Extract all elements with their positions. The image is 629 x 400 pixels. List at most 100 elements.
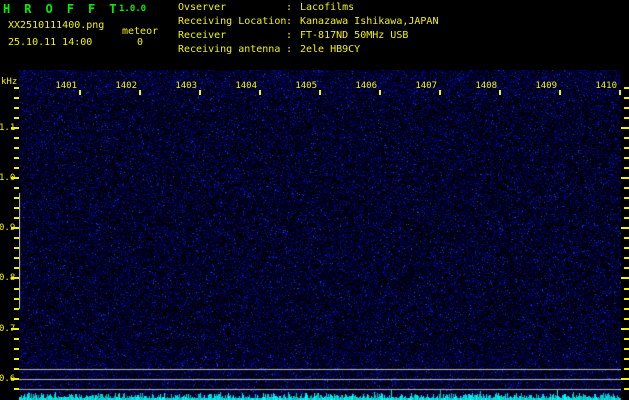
station-label: Ovserver xyxy=(178,2,227,13)
y-minor-tick-left xyxy=(14,147,19,149)
y-minor-tick-left xyxy=(14,217,19,219)
x-tick-label: 1405 xyxy=(295,81,317,91)
y-minor-tick-left xyxy=(14,107,19,109)
colon-separator: : xyxy=(286,2,293,13)
x-tick-mark xyxy=(199,90,201,95)
x-tick-mark xyxy=(139,90,141,95)
station-value: FT-817ND 50MHz USB xyxy=(300,30,409,41)
y-major-tick-left xyxy=(11,227,19,229)
y-minor-tick-left xyxy=(14,368,19,370)
y-minor-tick-right xyxy=(624,368,629,370)
y-minor-tick-left xyxy=(14,237,19,239)
y-axis-unit-label: kHz xyxy=(1,77,18,87)
spectrogram-canvas xyxy=(19,70,621,400)
colon-separator: : xyxy=(286,44,293,55)
y-major-tick-right xyxy=(621,227,629,229)
x-tick-mark xyxy=(559,90,561,95)
y-minor-tick-right xyxy=(624,308,629,310)
y-minor-tick-right xyxy=(624,318,629,320)
y-minor-tick-left xyxy=(14,358,19,360)
echo-count: 0 xyxy=(137,37,144,48)
y-minor-tick-right xyxy=(624,97,629,99)
x-tick-mark xyxy=(439,90,441,95)
station-info: Ovserver: Lacofilms Receiving Location: Ka… xyxy=(178,1,438,57)
y-minor-tick-left xyxy=(14,87,19,89)
capture-filename: XX2510111400.png xyxy=(8,20,105,31)
y-major-tick-right xyxy=(621,378,629,380)
y-minor-tick-left xyxy=(14,167,19,169)
station-label: Receiving Location xyxy=(178,16,287,27)
x-tick-label: 1404 xyxy=(235,81,257,91)
y-major-tick-right xyxy=(621,127,629,129)
y-major-tick-left xyxy=(11,378,19,380)
x-tick-mark xyxy=(619,90,621,95)
x-tick-mark xyxy=(259,90,261,95)
y-minor-tick-right xyxy=(624,87,629,89)
y-minor-tick-left xyxy=(14,348,19,350)
x-tick-label: 1407 xyxy=(415,81,437,91)
x-tick-label: 1409 xyxy=(535,81,557,91)
y-major-tick-left xyxy=(11,127,19,129)
app-version: 1.0.0 xyxy=(119,4,147,14)
y-minor-tick-right xyxy=(624,388,629,390)
station-row-receiver: Receiver: FT-817ND 50MHz USB xyxy=(178,29,438,43)
station-label: Receiver xyxy=(178,30,227,41)
x-tick-label: 1403 xyxy=(175,81,197,91)
y-minor-tick-left xyxy=(14,318,19,320)
y-minor-tick-right xyxy=(624,197,629,199)
y-minor-tick-right xyxy=(624,358,629,360)
colon-separator: : xyxy=(286,30,293,41)
y-minor-tick-left xyxy=(14,187,19,189)
y-minor-tick-left xyxy=(14,117,19,119)
y-major-tick-left xyxy=(11,277,19,279)
y-minor-tick-left xyxy=(14,298,19,300)
x-tick-mark xyxy=(379,90,381,95)
x-tick-label: 1410 xyxy=(595,81,617,91)
y-minor-tick-left xyxy=(14,267,19,269)
y-minor-tick-right xyxy=(624,167,629,169)
x-tick-label: 1402 xyxy=(115,81,137,91)
y-minor-tick-right xyxy=(624,107,629,109)
y-minor-tick-left xyxy=(14,97,19,99)
y-major-tick-right xyxy=(621,177,629,179)
y-minor-tick-right xyxy=(624,117,629,119)
station-value: Lacofilms xyxy=(300,2,355,13)
mode-label: meteor xyxy=(122,26,159,37)
y-minor-tick-right xyxy=(624,207,629,209)
y-minor-tick-left xyxy=(14,388,19,390)
station-row-location: Receiving Location: Kanazawa Ishikawa,JAP… xyxy=(178,15,438,29)
y-minor-tick-left xyxy=(14,308,19,310)
x-tick-label: 1408 xyxy=(475,81,497,91)
y-minor-tick-left xyxy=(14,338,19,340)
x-tick-mark xyxy=(319,90,321,95)
y-minor-tick-right xyxy=(624,237,629,239)
y-minor-tick-right xyxy=(624,338,629,340)
station-row-observer: Ovserver: Lacofilms xyxy=(178,1,438,15)
y-minor-tick-right xyxy=(624,257,629,259)
y-minor-tick-left xyxy=(14,157,19,159)
y-minor-tick-left xyxy=(14,137,19,139)
station-row-antenna: Receiving antenna:2ele HB9CY xyxy=(178,43,438,57)
y-major-tick-left xyxy=(11,177,19,179)
y-major-tick-left xyxy=(11,328,19,330)
x-tick-label: 1406 xyxy=(355,81,377,91)
y-minor-tick-right xyxy=(624,217,629,219)
y-minor-tick-right xyxy=(624,157,629,159)
y-minor-tick-right xyxy=(624,298,629,300)
y-minor-tick-left xyxy=(14,288,19,290)
y-minor-tick-right xyxy=(624,348,629,350)
y-minor-tick-right xyxy=(624,137,629,139)
y-minor-tick-left xyxy=(14,257,19,259)
y-minor-tick-right xyxy=(624,267,629,269)
x-tick-label: 1401 xyxy=(55,81,77,91)
y-minor-tick-right xyxy=(624,147,629,149)
colon-separator: : xyxy=(286,16,293,27)
y-minor-tick-left xyxy=(14,207,19,209)
station-value: Kanazawa Ishikawa,JAPAN xyxy=(300,16,439,27)
x-tick-mark xyxy=(499,90,501,95)
y-minor-tick-left xyxy=(14,247,19,249)
y-minor-tick-right xyxy=(624,288,629,290)
y-major-tick-right xyxy=(621,328,629,330)
station-label: Receiving antenna xyxy=(178,44,281,55)
app-title: H R O F F T xyxy=(3,2,120,16)
